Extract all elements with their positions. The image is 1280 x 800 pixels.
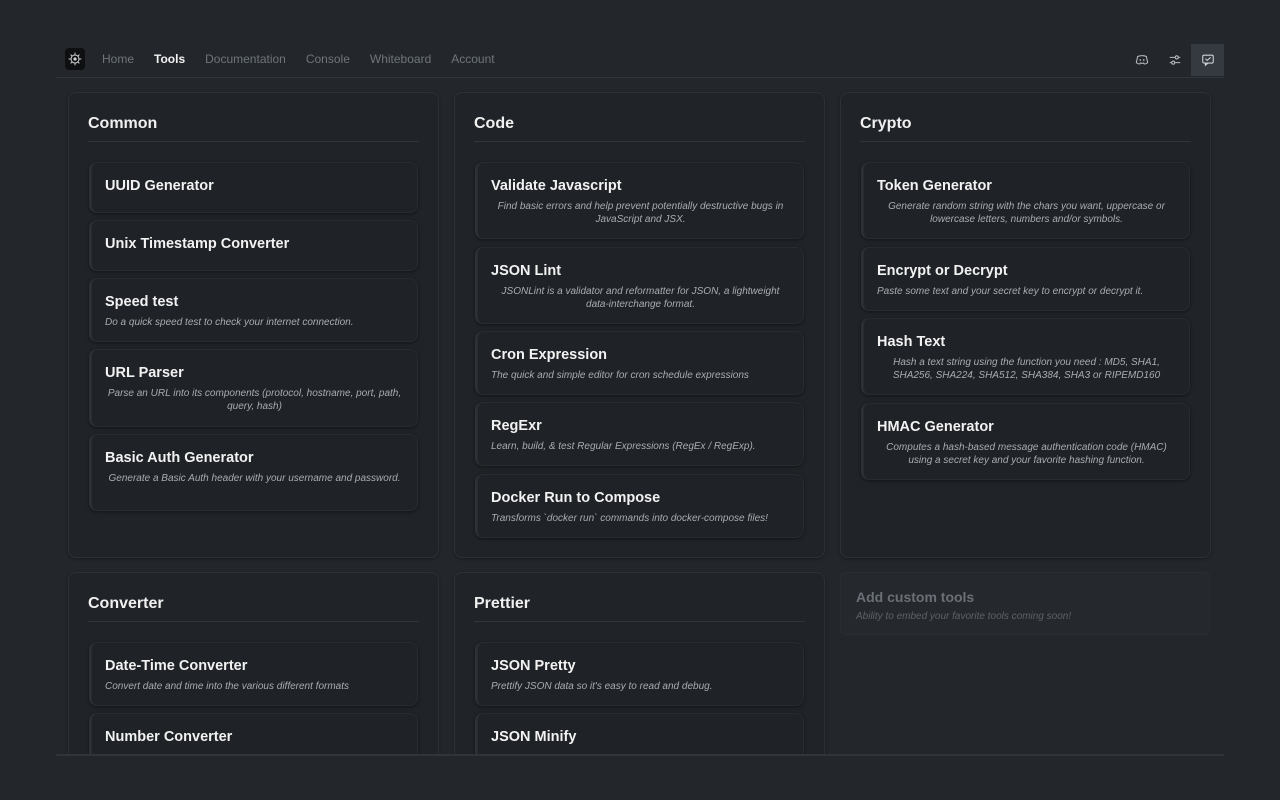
tool-card-unix-timestamp-converter[interactable]: Unix Timestamp Converter bbox=[89, 220, 418, 271]
tool-description: Do a quick speed test to check your inte… bbox=[105, 317, 354, 328]
tool-description: Parse an URL into its components (protoc… bbox=[107, 388, 402, 412]
tool-title: URL Parser bbox=[105, 365, 184, 381]
settings-button[interactable] bbox=[1158, 44, 1191, 76]
section-common: Common UUID Generator Unix Timestamp Con… bbox=[68, 92, 439, 558]
tool-description: Convert date and time into the various d… bbox=[105, 681, 350, 692]
tool-card-number-converter[interactable]: Number Converter bbox=[89, 713, 418, 756]
add-custom-tools-card: Add custom tools Ability to embed your f… bbox=[840, 572, 1210, 635]
section-title: Code bbox=[474, 115, 805, 142]
top-nav: Home Tools Documentation Console Whitebo… bbox=[56, 44, 1224, 78]
nav-icon-group bbox=[1125, 44, 1224, 76]
tool-card-speed-test[interactable]: Speed test Do a quick speed test to chec… bbox=[89, 278, 418, 342]
logo[interactable] bbox=[65, 48, 85, 70]
section-title: Common bbox=[88, 115, 419, 142]
nav-link-console[interactable]: Console bbox=[306, 52, 350, 66]
tool-description: Hash a text string using the function yo… bbox=[892, 357, 1161, 381]
tool-card-url-parser[interactable]: URL Parser Parse an URL into its compone… bbox=[89, 349, 418, 427]
frame-bottom-divider bbox=[56, 754, 1224, 756]
tool-description: Prettify JSON data so it's easy to read … bbox=[491, 681, 713, 692]
tool-title: Encrypt or Decrypt bbox=[877, 263, 1008, 279]
tool-title: Docker Run to Compose bbox=[491, 490, 661, 506]
settings-sliders-icon bbox=[1169, 55, 1180, 65]
section-converter: Converter Date-Time Converter Convert da… bbox=[68, 572, 439, 756]
tool-card-encrypt-or-decrypt[interactable]: Encrypt or Decrypt Paste some text and y… bbox=[861, 247, 1190, 311]
tool-card-date-time-converter[interactable]: Date-Time Converter Convert date and tim… bbox=[89, 642, 418, 706]
tool-title: Unix Timestamp Converter bbox=[105, 236, 290, 252]
nav-link-tools[interactable]: Tools bbox=[154, 52, 185, 66]
logo-icon bbox=[68, 52, 82, 66]
tool-title: UUID Generator bbox=[105, 178, 214, 194]
section-title: Converter bbox=[88, 595, 419, 622]
discord-icon bbox=[1135, 55, 1148, 65]
tool-description: Transforms `docker run` commands into do… bbox=[491, 513, 768, 524]
tool-card-docker-run-to-compose[interactable]: Docker Run to Compose Transforms `docker… bbox=[475, 474, 804, 538]
tool-description: Paste some text and your secret key to e… bbox=[877, 286, 1144, 297]
nav-link-whiteboard[interactable]: Whiteboard bbox=[370, 52, 431, 66]
tool-title: RegExr bbox=[491, 418, 542, 434]
tool-card-uuid-generator[interactable]: UUID Generator bbox=[89, 162, 418, 213]
tool-title: Validate Javascript bbox=[491, 178, 622, 194]
tool-title: Hash Text bbox=[877, 334, 946, 350]
tool-title: Cron Expression bbox=[491, 347, 608, 363]
tool-title: Token Generator bbox=[877, 178, 992, 194]
tool-title: Speed test bbox=[105, 294, 179, 310]
tool-card-basic-auth-generator[interactable]: Basic Auth Generator Generate a Basic Au… bbox=[89, 434, 418, 511]
tool-card-cron-expression[interactable]: Cron Expression The quick and simple edi… bbox=[475, 331, 804, 395]
custom-tools-title: Add custom tools bbox=[856, 589, 975, 605]
nav-link-home[interactable]: Home bbox=[102, 52, 134, 66]
tool-card-validate-javascript[interactable]: Validate Javascript Find basic errors an… bbox=[475, 162, 804, 239]
nav-link-account[interactable]: Account bbox=[451, 52, 494, 66]
tool-card-json-minify[interactable]: JSON Minify bbox=[475, 713, 804, 756]
tool-title: Basic Auth Generator bbox=[105, 450, 254, 466]
app-frame: Home Tools Documentation Console Whitebo… bbox=[56, 44, 1224, 756]
tool-card-hmac-generator[interactable]: HMAC Generator Computes a hash-based mes… bbox=[861, 403, 1190, 480]
tool-description: The quick and simple editor for cron sch… bbox=[491, 370, 749, 381]
tool-title: JSON Lint bbox=[491, 263, 562, 279]
section-code: Code Validate Javascript Find basic erro… bbox=[454, 92, 825, 558]
section-prettier: Prettier JSON Pretty Prettify JSON data … bbox=[454, 572, 825, 756]
tool-description: Learn, build, & test Regular Expressions… bbox=[491, 441, 756, 452]
tool-title: Number Converter bbox=[105, 729, 233, 745]
tool-description: Find basic errors and help prevent poten… bbox=[497, 201, 784, 225]
nav-link-documentation[interactable]: Documentation bbox=[205, 52, 286, 66]
tool-card-token-generator[interactable]: Token Generator Generate random string w… bbox=[861, 162, 1190, 239]
tool-description: JSONLint is a validator and reformatter … bbox=[501, 286, 780, 310]
discord-button[interactable] bbox=[1125, 44, 1158, 76]
section-title: Prettier bbox=[474, 595, 805, 622]
tool-card-hash-text[interactable]: Hash Text Hash a text string using the f… bbox=[861, 318, 1190, 395]
feedback-icon bbox=[1201, 54, 1214, 67]
feedback-button[interactable] bbox=[1191, 44, 1224, 76]
tool-title: HMAC Generator bbox=[877, 419, 994, 435]
tool-title: Date-Time Converter bbox=[105, 658, 248, 674]
tool-description: Generate random string with the chars yo… bbox=[888, 201, 1165, 225]
tool-description: Computes a hash-based message authentica… bbox=[886, 442, 1167, 466]
tool-card-regexr[interactable]: RegExr Learn, build, & test Regular Expr… bbox=[475, 402, 804, 466]
custom-tools-description: Ability to embed your favorite tools com… bbox=[856, 611, 1072, 622]
tool-description: Generate a Basic Auth header with your u… bbox=[108, 473, 401, 484]
tool-card-json-pretty[interactable]: JSON Pretty Prettify JSON data so it's e… bbox=[475, 642, 804, 706]
tool-card-json-lint[interactable]: JSON Lint JSONLint is a validator and re… bbox=[475, 247, 804, 324]
section-title: Crypto bbox=[860, 115, 1191, 142]
tool-title: JSON Minify bbox=[491, 729, 577, 745]
tool-title: JSON Pretty bbox=[491, 658, 576, 674]
section-crypto: Crypto Token Generator Generate random s… bbox=[840, 92, 1211, 558]
nav-links: Home Tools Documentation Console Whitebo… bbox=[102, 44, 515, 74]
